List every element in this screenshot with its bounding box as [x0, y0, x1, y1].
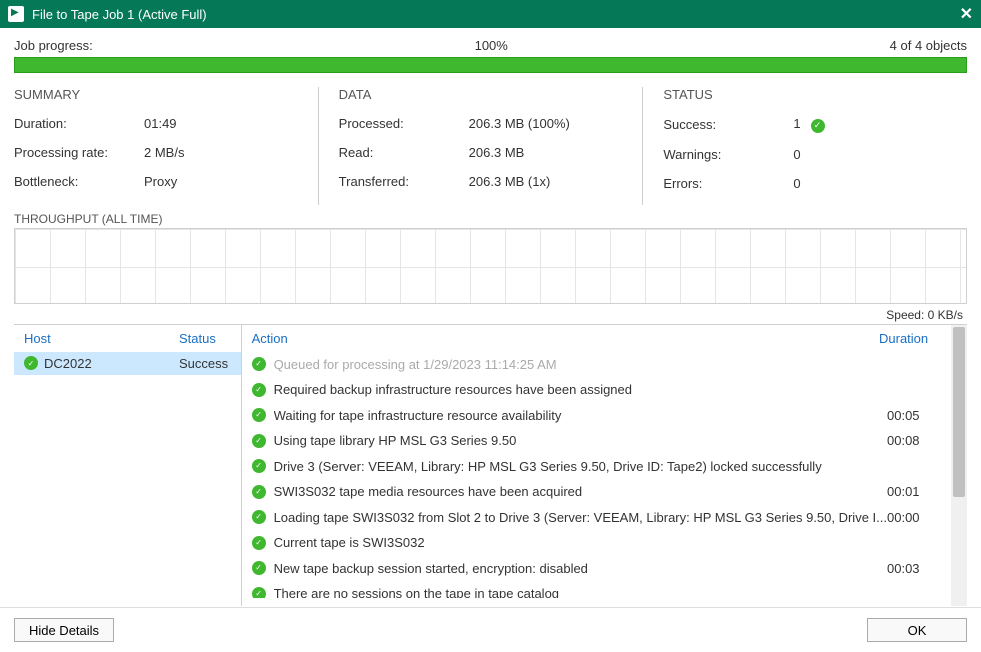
read-label: Read:	[339, 145, 469, 160]
action-duration: 00:05	[887, 406, 957, 426]
action-row[interactable]: Required backup infrastructure resources…	[242, 377, 967, 403]
duration-header[interactable]: Duration	[879, 331, 949, 346]
errors-label: Errors:	[663, 176, 793, 191]
action-row[interactable]: Queued for processing at 1/29/2023 11:14…	[242, 352, 967, 378]
transferred-value: 206.3 MB (1x)	[469, 174, 623, 189]
action-duration: 00:01	[887, 482, 957, 502]
action-text: Drive 3 (Server: VEEAM, Library: HP MSL …	[274, 457, 887, 477]
success-icon	[252, 587, 266, 598]
app-icon	[8, 6, 24, 22]
success-label: Success:	[663, 117, 793, 132]
action-row[interactable]: There are no sessions on the tape in tap…	[242, 581, 967, 598]
data-heading: DATA	[339, 87, 623, 102]
host-table: Host Status DC2022Success	[14, 325, 242, 606]
action-text: There are no sessions on the tape in tap…	[274, 584, 887, 598]
action-text: Queued for processing at 1/29/2023 11:14…	[274, 355, 887, 375]
progress-objects: 4 of 4 objects	[890, 38, 967, 53]
window-title: File to Tape Job 1 (Active Full)	[32, 7, 960, 22]
throughput-speed: Speed: 0 KB/s	[14, 306, 967, 324]
action-row[interactable]: New tape backup session started, encrypt…	[242, 556, 967, 582]
status-heading: STATUS	[663, 87, 947, 102]
action-row[interactable]: Loading tape SWI3S032 from Slot 2 to Dri…	[242, 505, 967, 531]
bottleneck-value: Proxy	[144, 174, 298, 189]
action-text: Waiting for tape infrastructure resource…	[274, 406, 887, 426]
success-icon	[252, 485, 266, 499]
action-text: Loading tape SWI3S032 from Slot 2 to Dri…	[274, 508, 887, 528]
action-row[interactable]: Drive 3 (Server: VEEAM, Library: HP MSL …	[242, 454, 967, 480]
success-icon	[252, 536, 266, 550]
status-header[interactable]: Status	[179, 331, 231, 346]
action-table: Action Duration Queued for processing at…	[242, 325, 967, 606]
success-icon	[252, 459, 266, 473]
host-status: Success	[179, 356, 231, 371]
success-value: 1	[793, 116, 947, 133]
close-icon[interactable]: ✕	[960, 4, 973, 24]
actions-scrollbar[interactable]	[951, 325, 967, 606]
errors-value: 0	[793, 176, 947, 191]
details-panel: Host Status DC2022Success Action Duratio…	[14, 324, 967, 606]
footer: Hide Details OK	[0, 607, 981, 652]
rate-value: 2 MB/s	[144, 145, 298, 160]
action-header[interactable]: Action	[252, 331, 879, 346]
action-row[interactable]: Waiting for tape infrastructure resource…	[242, 403, 967, 429]
success-icon	[252, 510, 266, 524]
summary-heading: SUMMARY	[14, 87, 298, 102]
progress-summary: Job progress: 100% 4 of 4 objects	[14, 38, 967, 53]
action-text: SWI3S032 tape media resources have been …	[274, 482, 887, 502]
success-icon	[252, 357, 266, 371]
hide-details-button[interactable]: Hide Details	[14, 618, 114, 642]
action-row[interactable]: SWI3S032 tape media resources have been …	[242, 479, 967, 505]
throughput-label: THROUGHPUT (ALL TIME)	[14, 212, 967, 226]
progress-percent: 100%	[93, 38, 890, 53]
processed-label: Processed:	[339, 116, 469, 131]
rate-label: Processing rate:	[14, 145, 144, 160]
success-icon	[252, 383, 266, 397]
scrollbar-thumb[interactable]	[953, 327, 965, 497]
host-header[interactable]: Host	[24, 331, 179, 346]
bottleneck-label: Bottleneck:	[14, 174, 144, 189]
success-icon	[252, 434, 266, 448]
success-icon	[252, 408, 266, 422]
success-check-icon	[811, 119, 825, 133]
action-text: Required backup infrastructure resources…	[274, 380, 887, 400]
processed-value: 206.3 MB (100%)	[469, 116, 623, 131]
duration-value: 01:49	[144, 116, 298, 131]
success-icon	[252, 561, 266, 575]
success-icon	[24, 356, 38, 370]
action-duration: 00:08	[887, 431, 957, 451]
action-text: Current tape is SWI3S032	[274, 533, 887, 553]
data-column: DATA Processed:206.3 MB (100%) Read:206.…	[339, 87, 644, 205]
action-text: New tape backup session started, encrypt…	[274, 559, 887, 579]
progress-bar	[14, 57, 967, 73]
duration-label: Duration:	[14, 116, 144, 131]
transferred-label: Transferred:	[339, 174, 469, 189]
status-column: STATUS Success:1 Warnings:0 Errors:0	[663, 87, 967, 205]
titlebar: File to Tape Job 1 (Active Full) ✕	[0, 0, 981, 28]
progress-label: Job progress:	[14, 38, 93, 53]
action-text: Using tape library HP MSL G3 Series 9.50	[274, 431, 887, 451]
ok-button[interactable]: OK	[867, 618, 967, 642]
host-row[interactable]: DC2022Success	[14, 352, 241, 375]
warnings-value: 0	[793, 147, 947, 162]
warnings-label: Warnings:	[663, 147, 793, 162]
action-row[interactable]: Using tape library HP MSL G3 Series 9.50…	[242, 428, 967, 454]
read-value: 206.3 MB	[469, 145, 623, 160]
action-duration: 00:00	[887, 508, 957, 528]
stats-panel: SUMMARY Duration:01:49 Processing rate:2…	[14, 87, 967, 206]
summary-column: SUMMARY Duration:01:49 Processing rate:2…	[14, 87, 319, 205]
action-row[interactable]: Current tape is SWI3S032	[242, 530, 967, 556]
throughput-chart	[14, 228, 967, 304]
action-duration: 00:03	[887, 559, 957, 579]
host-name: DC2022	[44, 356, 179, 371]
